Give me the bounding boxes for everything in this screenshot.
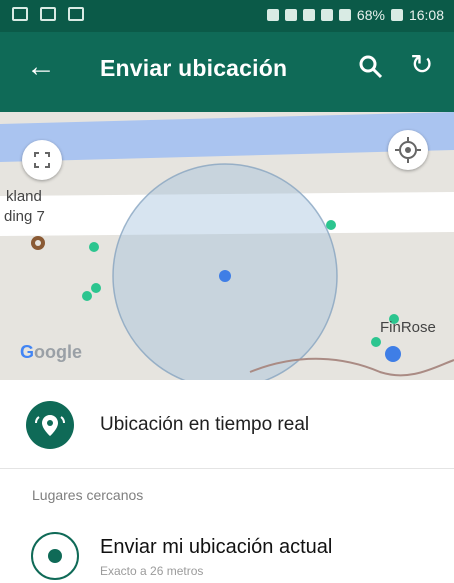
toolbar: ← Enviar ubicación ↻ <box>0 32 454 112</box>
battery-label: 68% <box>356 7 385 23</box>
signal-icon <box>338 9 351 21</box>
realtime-location-row[interactable]: Ubicación en tiempo real <box>0 392 454 458</box>
status-left-icons <box>12 7 84 21</box>
location-status-icon <box>266 9 279 21</box>
map-label-finrose: FinRose <box>380 319 436 336</box>
bluetooth-icon <box>284 9 297 21</box>
play-icon <box>40 7 56 21</box>
current-location-icon <box>31 532 79 580</box>
map-label-ding-7: ding 7 <box>4 208 45 225</box>
image-icon <box>12 7 28 21</box>
status-bar: 68% 16:08 <box>0 0 454 32</box>
status-right: 68% 16:08 <box>266 7 444 23</box>
search-icon[interactable] <box>356 52 386 82</box>
send-current-location-accuracy: Exacto a 26 metros <box>100 564 204 578</box>
section-divider <box>0 468 454 469</box>
mute-icon <box>302 9 315 21</box>
back-arrow-icon[interactable]: ← <box>26 52 56 82</box>
send-current-location-title: Enviar mi ubicación actual <box>100 536 333 558</box>
status-time: 16:08 <box>408 7 444 23</box>
battery-icon <box>390 9 403 21</box>
realtime-location-label: Ubicación en tiempo real <box>100 414 310 435</box>
nearby-places-header: Lugares cercanos <box>32 487 144 503</box>
fullscreen-button[interactable] <box>22 140 62 180</box>
current-location-dot <box>48 549 62 563</box>
notification-icon <box>68 7 84 21</box>
send-current-location-row[interactable]: Enviar mi ubicación actual Exacto a 26 m… <box>0 525 454 583</box>
page-title: Enviar ubicación <box>100 55 288 81</box>
map-label-kland: kland <box>6 188 42 205</box>
wifi-icon <box>320 9 333 21</box>
map-view[interactable]: kland ding 7 FinRose Google <box>0 112 454 380</box>
live-location-icon <box>26 401 74 449</box>
my-location-button[interactable] <box>388 130 428 170</box>
google-attribution: Google <box>20 342 83 362</box>
refresh-icon[interactable]: ↻ <box>410 50 433 80</box>
